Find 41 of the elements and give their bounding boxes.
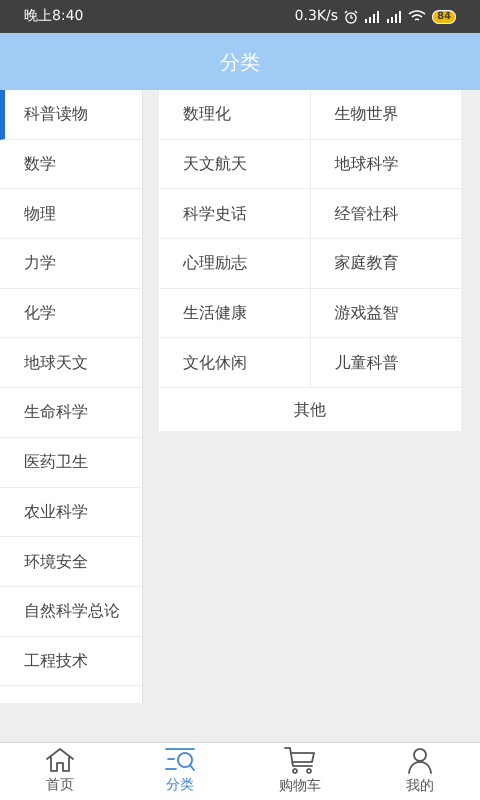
list-search-icon bbox=[164, 747, 196, 773]
battery-indicator: 84 bbox=[432, 10, 456, 24]
sidebar-item[interactable]: 农业科学 bbox=[0, 488, 142, 538]
subcategory-item[interactable]: 生活健康 bbox=[159, 288, 310, 338]
subcategory-item[interactable]: 儿童科普 bbox=[310, 338, 461, 388]
subcategory-item[interactable]: 游戏益智 bbox=[310, 288, 461, 338]
sidebar-item[interactable]: 化学 bbox=[0, 288, 142, 338]
tab-bar-item[interactable]: 首页 bbox=[0, 743, 120, 800]
wifi-icon bbox=[408, 10, 426, 23]
sidebar-item[interactable]: 力学 bbox=[0, 239, 142, 289]
subcategory-item[interactable]: 科学史话 bbox=[159, 189, 310, 238]
user-icon bbox=[406, 746, 434, 774]
sidebar-item[interactable]: 科普读物 bbox=[0, 90, 142, 140]
page-title: 分类 bbox=[220, 48, 260, 76]
signal-icon bbox=[386, 10, 402, 22]
sidebar-item[interactable]: 自然科学总论 bbox=[0, 586, 142, 637]
status-time: 晚上8:40 bbox=[24, 7, 84, 26]
subcategory-item[interactable]: 心理励志 bbox=[159, 239, 310, 288]
subcategory-item[interactable]: 地球科学 bbox=[310, 140, 461, 188]
signal-icon bbox=[364, 10, 380, 22]
other-category-item[interactable]: 其他 bbox=[159, 388, 461, 432]
sidebar-item[interactable]: 物理 bbox=[0, 189, 142, 240]
sidebar-item[interactable]: 数学 bbox=[0, 140, 142, 190]
network-speed: 0.3K/s bbox=[294, 7, 338, 26]
sidebar-item[interactable]: 医药卫生 bbox=[0, 438, 142, 488]
subcategory-item[interactable]: 天文航天 bbox=[159, 140, 310, 188]
subcategory-item[interactable]: 生物世界 bbox=[310, 90, 461, 139]
tab-bar-item[interactable]: 分类 bbox=[120, 743, 240, 800]
alarm-icon bbox=[344, 10, 358, 24]
sidebar-item[interactable]: 生命科学 bbox=[0, 388, 142, 438]
sidebar-item[interactable]: 地球天文 bbox=[0, 338, 142, 388]
subcategory-item[interactable]: 经管社科 bbox=[310, 189, 461, 238]
subcategory-item[interactable]: 家庭教育 bbox=[310, 239, 461, 288]
tab-bar-item[interactable]: 我的 bbox=[360, 743, 480, 800]
subcategory-item[interactable]: 文化休闲 bbox=[159, 338, 310, 388]
sidebar-item[interactable]: 环境安全 bbox=[0, 537, 142, 587]
tab-bar-item[interactable]: 购物车 bbox=[240, 743, 360, 800]
subcategory-item[interactable]: 数理化 bbox=[159, 90, 310, 139]
cart-icon bbox=[284, 746, 316, 774]
home-icon bbox=[45, 747, 75, 773]
sidebar-item[interactable]: 工程技术 bbox=[0, 636, 142, 686]
